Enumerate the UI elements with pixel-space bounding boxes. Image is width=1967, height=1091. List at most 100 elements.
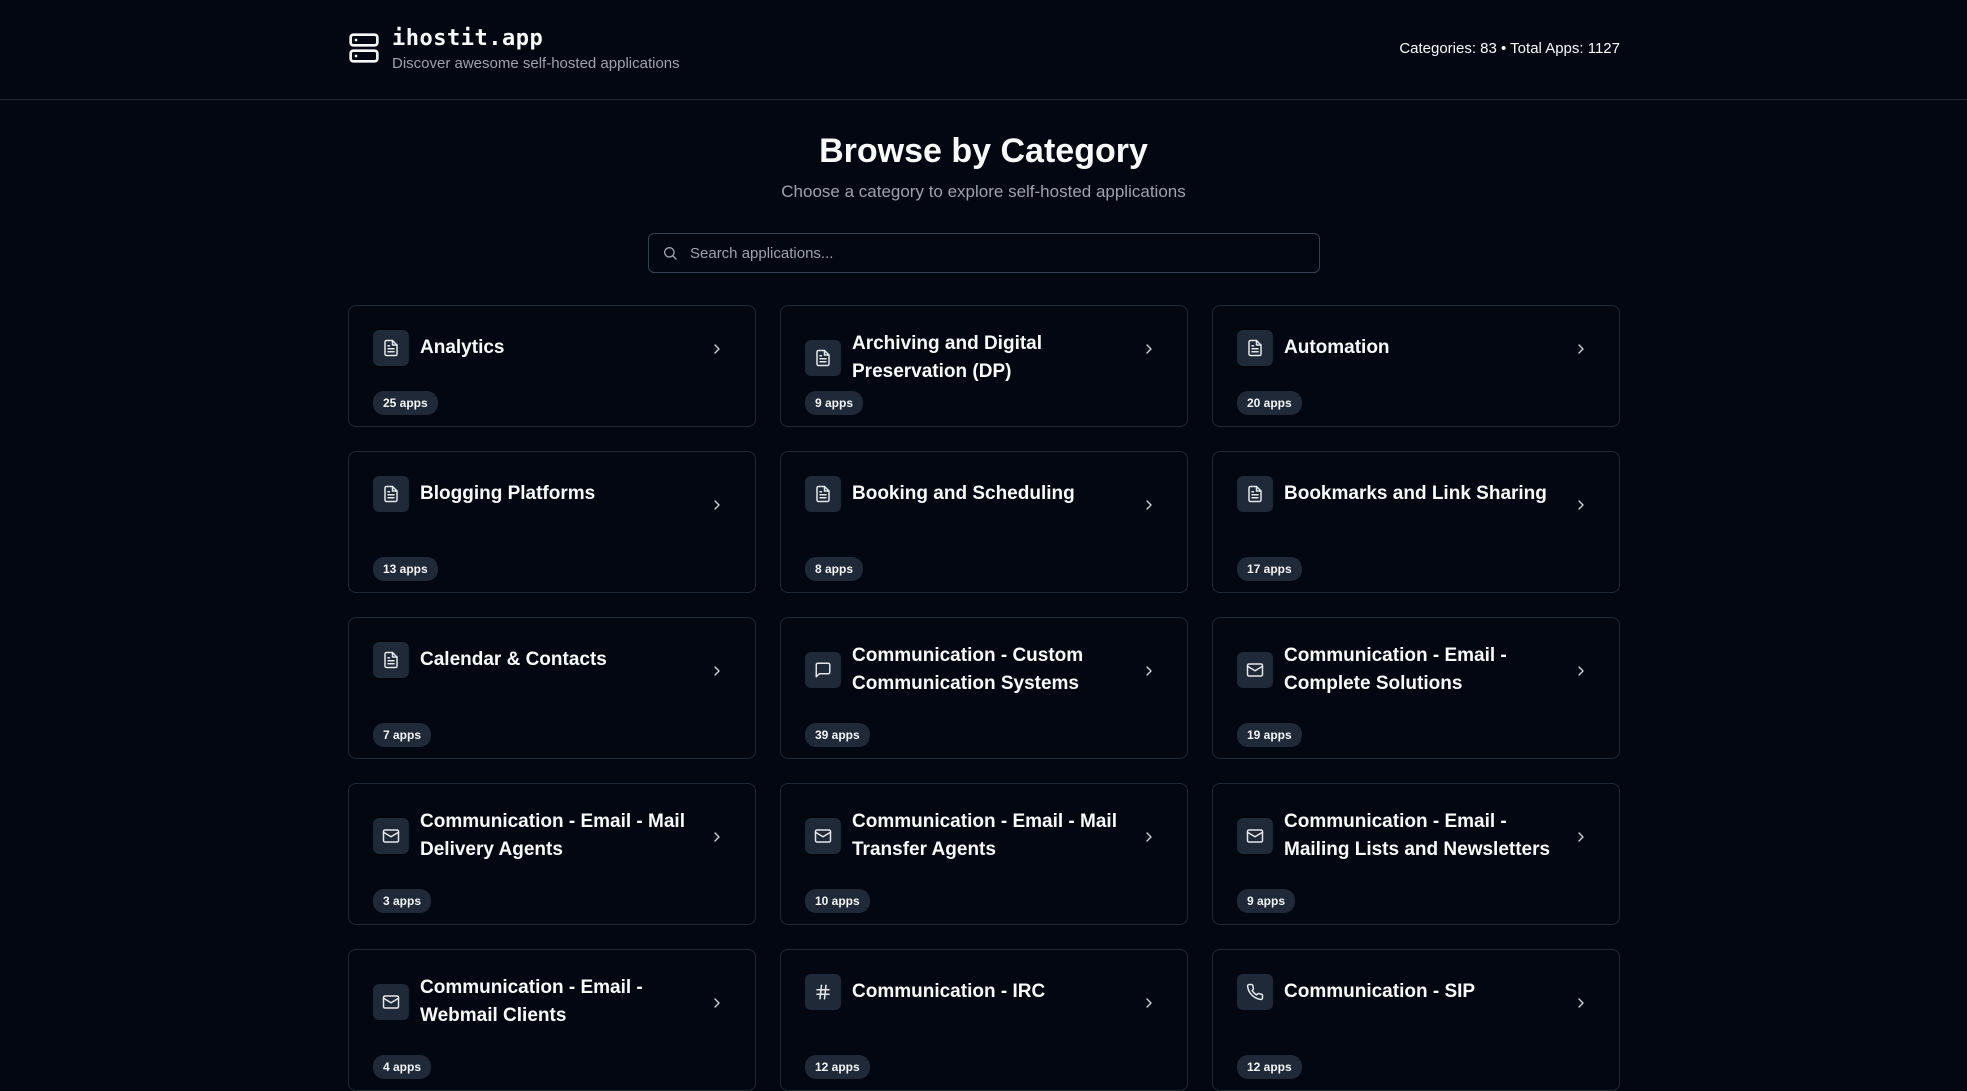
file-text-icon bbox=[805, 476, 841, 512]
app-count-badge: 17 apps bbox=[1237, 557, 1302, 581]
category-card-header: Booking and Scheduling bbox=[805, 476, 1163, 512]
phone-icon bbox=[1237, 974, 1273, 1010]
category-card-header: Communication - Email - Complete Solutio… bbox=[1237, 642, 1595, 698]
app-count-badge: 8 apps bbox=[805, 557, 864, 581]
category-title: Blogging Platforms bbox=[420, 483, 596, 504]
chevron-right-icon bbox=[1141, 995, 1157, 1011]
category-card-header: Bookmarks and Link Sharing bbox=[1237, 476, 1595, 512]
hash-icon bbox=[805, 974, 841, 1010]
category-card-header: Automation bbox=[1237, 330, 1595, 366]
app-count-badge: 25 apps bbox=[373, 391, 438, 415]
chevron-right-icon bbox=[1141, 497, 1157, 513]
app-count-badge: 3 apps bbox=[373, 889, 432, 913]
brand-tagline: Discover awesome self-hosted application… bbox=[392, 55, 680, 72]
app-count-badge: 13 apps bbox=[373, 557, 438, 581]
category-card-header: Communication - IRC bbox=[805, 974, 1163, 1010]
category-card[interactable]: Blogging Platforms 13 apps bbox=[348, 451, 756, 593]
mail-icon bbox=[1237, 652, 1273, 688]
chevron-right-icon bbox=[709, 995, 725, 1011]
category-card[interactable]: Calendar & Contacts 7 apps bbox=[348, 617, 756, 759]
file-text-icon bbox=[373, 476, 409, 512]
app-count-badge: 9 apps bbox=[1237, 889, 1296, 913]
category-title: Communication - Custom Communication Sys… bbox=[852, 645, 1084, 694]
site-header: ihostit.app Discover awesome self-hosted… bbox=[0, 0, 1967, 100]
app-count-badge: 7 apps bbox=[373, 723, 432, 747]
category-card-header: Communication - SIP bbox=[1237, 974, 1595, 1010]
mail-icon bbox=[373, 818, 409, 854]
category-card[interactable]: Communication - Custom Communication Sys… bbox=[780, 617, 1188, 759]
category-card[interactable]: Automation 20 apps bbox=[1212, 305, 1620, 427]
search-box[interactable] bbox=[648, 233, 1320, 273]
chevron-right-icon bbox=[1573, 995, 1589, 1011]
chevron-right-icon bbox=[1141, 829, 1157, 845]
chevron-right-icon bbox=[1573, 663, 1589, 679]
file-text-icon bbox=[373, 330, 409, 366]
category-card-header: Archiving and Digital Preservation (DP) bbox=[805, 330, 1163, 386]
app-count-badge: 19 apps bbox=[1237, 723, 1302, 747]
category-title: Calendar & Contacts bbox=[420, 649, 607, 670]
mail-icon bbox=[1237, 818, 1273, 854]
chevron-right-icon bbox=[709, 829, 725, 845]
category-card[interactable]: Communication - SIP 12 apps bbox=[1212, 949, 1620, 1091]
search-input[interactable] bbox=[688, 243, 1319, 263]
category-card[interactable]: Archiving and Digital Preservation (DP) 9… bbox=[780, 305, 1188, 427]
file-text-icon bbox=[805, 340, 841, 376]
file-text-icon bbox=[373, 642, 409, 678]
file-text-icon bbox=[1237, 476, 1273, 512]
hero: Browse by Category Choose a category to … bbox=[0, 130, 1967, 202]
app-count-badge: 4 apps bbox=[373, 1055, 432, 1079]
category-card[interactable]: Bookmarks and Link Sharing 17 apps bbox=[1212, 451, 1620, 593]
category-title: Archiving and Digital Preservation (DP) bbox=[852, 333, 1043, 382]
app-count-badge: 20 apps bbox=[1237, 391, 1302, 415]
header-inner: ihostit.app Discover awesome self-hosted… bbox=[348, 26, 1620, 72]
category-title: Communication - Email - Mail Transfer Ag… bbox=[852, 811, 1117, 860]
chevron-right-icon bbox=[1141, 663, 1157, 679]
category-grid: Analytics 25 apps Archiving and Digital P… bbox=[348, 305, 1620, 1091]
chevron-right-icon bbox=[709, 663, 725, 679]
chevron-right-icon bbox=[1573, 829, 1589, 845]
category-card[interactable]: Communication - Email - Mail Transfer Ag… bbox=[780, 783, 1188, 925]
server-icon bbox=[349, 33, 379, 63]
category-card[interactable]: Communication - Email - Complete Solutio… bbox=[1212, 617, 1620, 759]
brand-title[interactable]: ihostit.app bbox=[392, 26, 680, 52]
category-card-header: Communication - Custom Communication Sys… bbox=[805, 642, 1163, 698]
category-title: Booking and Scheduling bbox=[852, 483, 1075, 504]
category-card-header: Communication - Email - Mailing Lists an… bbox=[1237, 808, 1595, 864]
brand[interactable]: ihostit.app Discover awesome self-hosted… bbox=[348, 26, 680, 72]
stats-summary: Categories: 83 • Total Apps: 1127 bbox=[1399, 40, 1620, 57]
category-card-header: Communication - Email - Mail Delivery Ag… bbox=[373, 808, 731, 864]
category-card[interactable]: Communication - IRC 12 apps bbox=[780, 949, 1188, 1091]
category-title: Analytics bbox=[420, 337, 505, 358]
category-title: Communication - Email - Mail Delivery Ag… bbox=[420, 811, 685, 860]
category-title: Communication - Email - Mailing Lists an… bbox=[1284, 811, 1551, 860]
category-card-header: Communication - Email - Mail Transfer Ag… bbox=[805, 808, 1163, 864]
app-count-badge: 10 apps bbox=[805, 889, 870, 913]
category-title: Communication - IRC bbox=[852, 981, 1046, 1002]
category-card[interactable]: Communication - Email - Mailing Lists an… bbox=[1212, 783, 1620, 925]
category-card-header: Communication - Email - Webmail Clients bbox=[373, 974, 731, 1030]
message-square-icon bbox=[805, 652, 841, 688]
app-count-badge: 12 apps bbox=[805, 1055, 870, 1079]
category-card[interactable]: Booking and Scheduling 8 apps bbox=[780, 451, 1188, 593]
category-card-header: Analytics bbox=[373, 330, 731, 366]
file-text-icon bbox=[1237, 330, 1273, 366]
chevron-right-icon bbox=[1573, 497, 1589, 513]
page-subtitle: Choose a category to explore self-hosted… bbox=[781, 182, 1186, 201]
category-title: Automation bbox=[1284, 337, 1390, 358]
category-card-header: Blogging Platforms bbox=[373, 476, 731, 512]
chevron-right-icon bbox=[1141, 341, 1157, 357]
category-card[interactable]: Communication - Email - Webmail Clients 4… bbox=[348, 949, 756, 1091]
chevron-right-icon bbox=[709, 497, 725, 513]
category-title: Bookmarks and Link Sharing bbox=[1284, 483, 1547, 504]
page-title: Browse by Category bbox=[819, 132, 1148, 170]
app-count-badge: 9 apps bbox=[805, 391, 864, 415]
category-title: Communication - Email - Complete Solutio… bbox=[1284, 645, 1507, 694]
app-count-badge: 39 apps bbox=[805, 723, 870, 747]
category-title: Communication - SIP bbox=[1284, 981, 1476, 1002]
search-icon bbox=[664, 247, 677, 260]
category-card[interactable]: Analytics 25 apps bbox=[348, 305, 756, 427]
category-card-header: Calendar & Contacts bbox=[373, 642, 731, 678]
chevron-right-icon bbox=[1573, 341, 1589, 357]
category-card[interactable]: Communication - Email - Mail Delivery Ag… bbox=[348, 783, 756, 925]
app-count-badge: 12 apps bbox=[1237, 1055, 1302, 1079]
